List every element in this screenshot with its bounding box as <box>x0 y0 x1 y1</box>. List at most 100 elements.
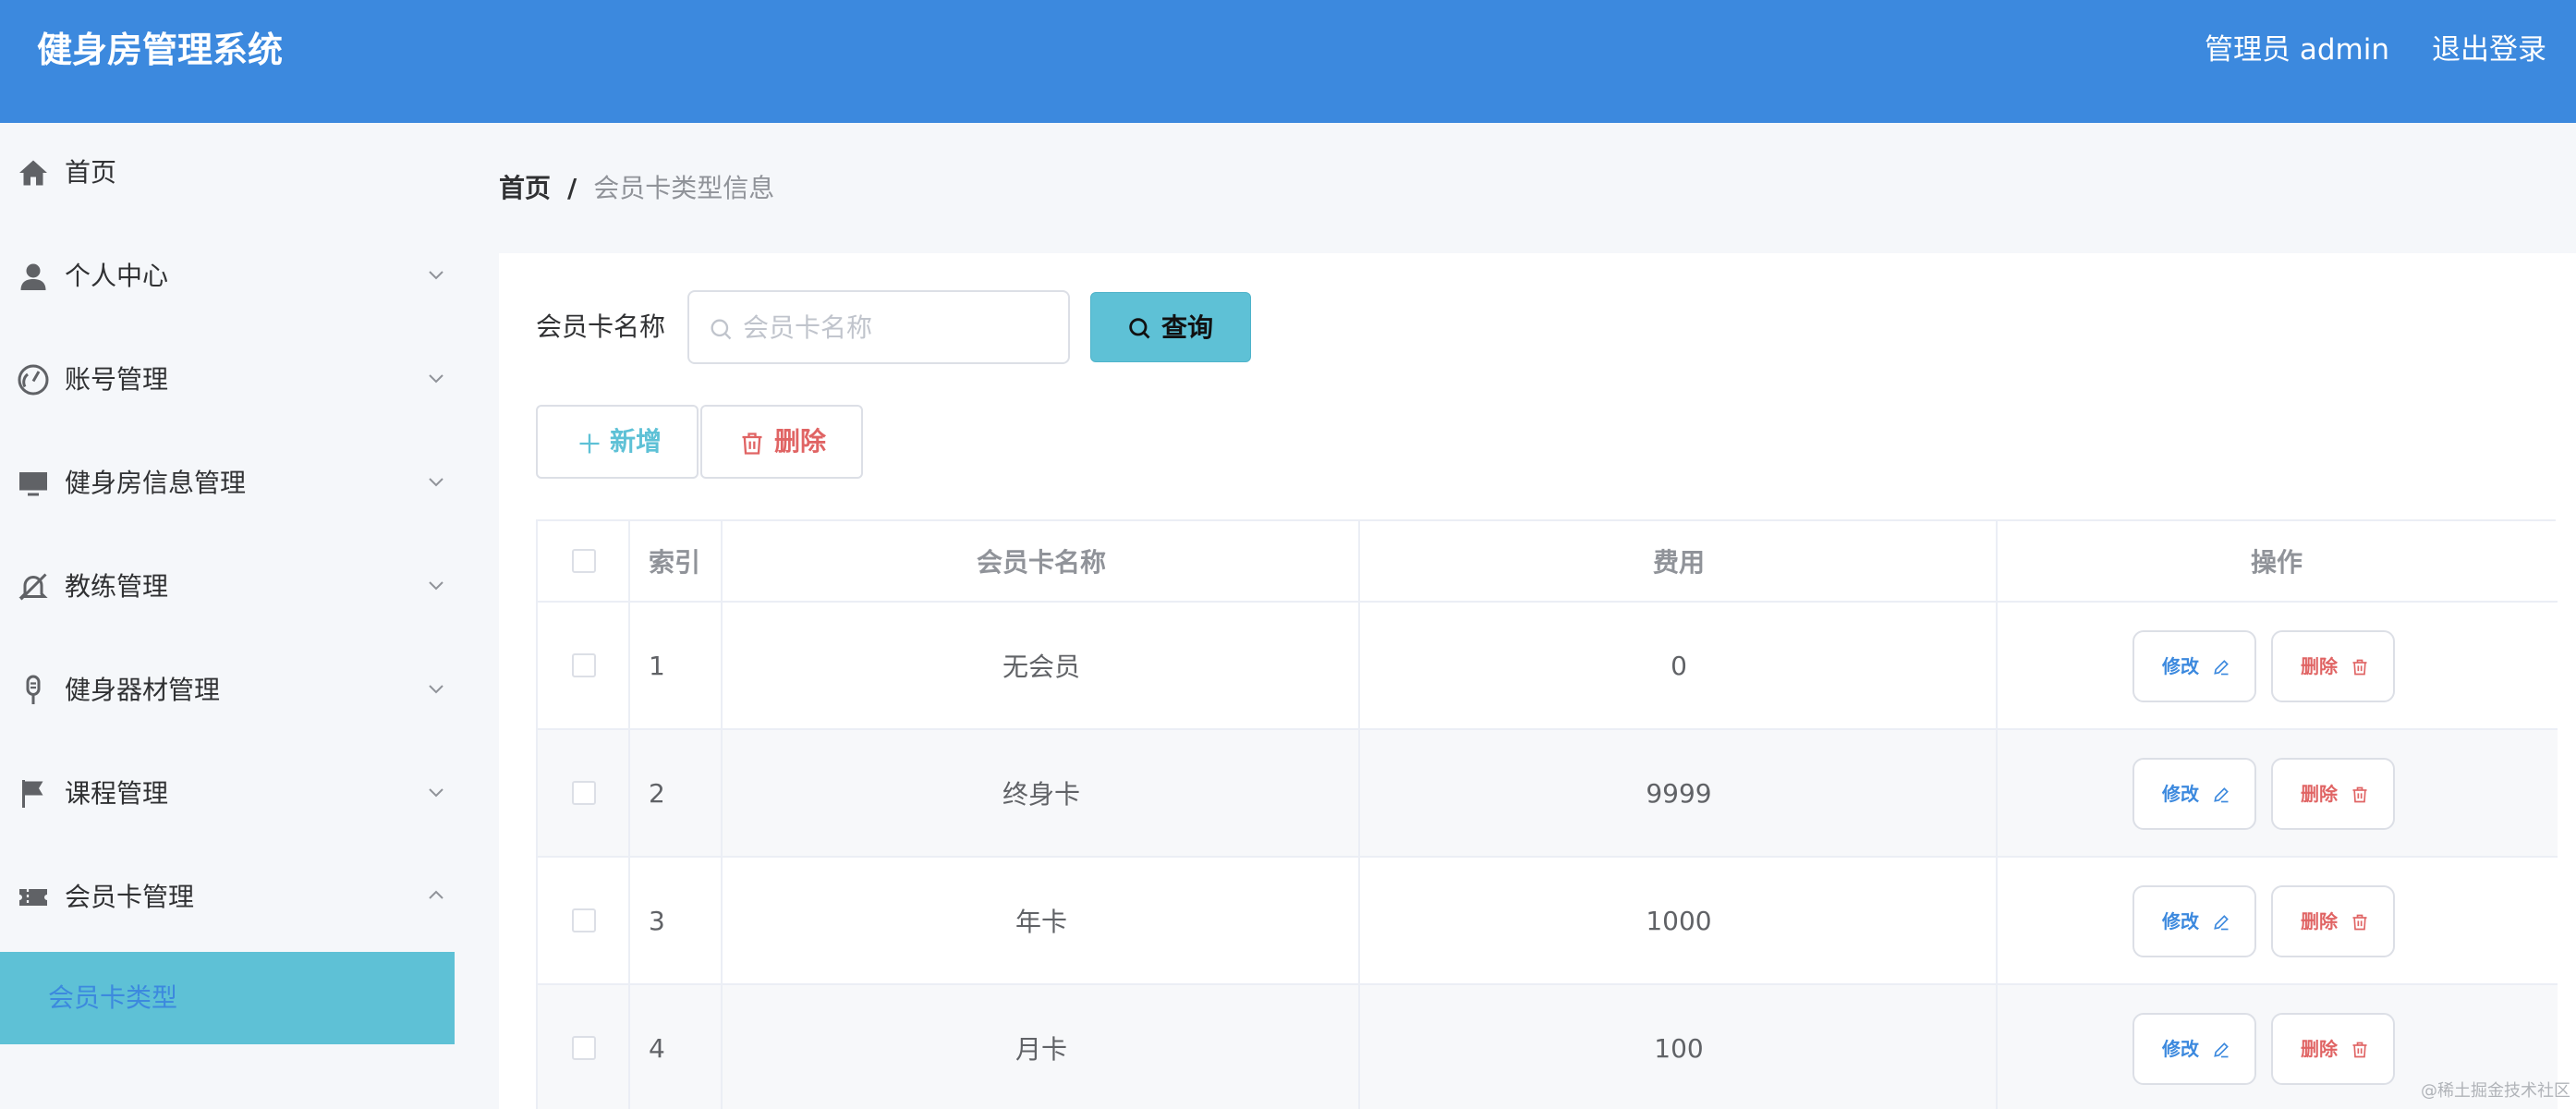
delete-button[interactable]: 删除 <box>2271 758 2395 830</box>
row-card-name: 无会员 <box>1002 652 1080 682</box>
edit-button-label: 修改 <box>2162 1038 2199 1060</box>
table-row: 3 年卡 1000 修改 删除 <box>538 858 2558 985</box>
odometer-icon <box>17 363 50 396</box>
row-fee: 100 <box>1654 1032 1704 1064</box>
row-card-name: 终身卡 <box>1002 779 1080 810</box>
sidebar-subitem-label: 会员卡类型 <box>48 982 178 1013</box>
sidebar-item-member-card[interactable]: 会员卡管理 <box>0 847 455 951</box>
row-index: 3 <box>649 905 665 936</box>
delete-button[interactable]: 删除 <box>2271 630 2395 702</box>
header-fee: 费用 <box>1652 547 1705 578</box>
sidebar-item-label: 个人中心 <box>65 261 169 291</box>
row-fee: 0 <box>1671 650 1687 681</box>
sidebar-item-coach[interactable]: 教练管理 <box>0 537 455 640</box>
delete-button-label: 删除 <box>2301 1038 2338 1060</box>
delete-button[interactable]: 删除 <box>2271 1013 2395 1085</box>
edit-button-label: 修改 <box>2162 655 2199 677</box>
row-card-name: 月卡 <box>1015 1034 1067 1065</box>
row-checkbox[interactable] <box>572 908 596 932</box>
chevron-down-icon <box>425 470 447 493</box>
sidebar-item-gym-info[interactable]: 健身房信息管理 <box>0 433 455 537</box>
add-button[interactable]: 新增 <box>536 405 699 479</box>
header-card-name: 会员卡名称 <box>976 547 1106 578</box>
monitor-icon <box>17 467 50 500</box>
row-card-name: 年卡 <box>1015 907 1067 937</box>
query-button[interactable]: 查询 <box>1090 292 1251 362</box>
sidebar-item-label: 首页 <box>65 157 117 188</box>
chevron-down-icon <box>425 677 447 700</box>
search-box[interactable] <box>687 290 1070 364</box>
breadcrumb-current: 会员卡类型信息 <box>593 173 775 203</box>
edit-button-label: 修改 <box>2162 783 2199 805</box>
table-row: 2 终身卡 9999 修改 删除 <box>538 730 2558 858</box>
edit-button[interactable]: 修改 <box>2132 1013 2256 1085</box>
chevron-down-icon <box>425 781 447 803</box>
top-header: 健身房管理系统 管理员 admin 退出登录 <box>0 0 2576 123</box>
sidebar-item-label: 教练管理 <box>65 571 169 602</box>
admin-label: 管理员 admin <box>2205 33 2389 67</box>
row-checkbox[interactable] <box>572 653 596 677</box>
sidebar-item-equipment[interactable]: 健身器材管理 <box>0 640 455 744</box>
chevron-down-icon <box>425 263 447 286</box>
sidebar-subitem-member-card-type[interactable]: 会员卡类型 <box>0 952 455 1044</box>
header-select-all-cell <box>538 521 630 601</box>
sidebar-item-home[interactable]: 首页 <box>0 123 455 226</box>
row-select-cell <box>538 603 630 728</box>
sidebar-item-account[interactable]: 账号管理 <box>0 330 455 433</box>
row-checkbox[interactable] <box>572 781 596 805</box>
edit-button-label: 修改 <box>2162 910 2199 932</box>
sidebar-item-label: 健身器材管理 <box>65 675 221 705</box>
pencil-icon <box>2212 786 2230 804</box>
member-card-table: 索引 会员卡名称 费用 操作 1 无会员 0 修改 删除 2 终身卡 9999 <box>536 519 2558 1109</box>
pencil-icon <box>2212 913 2230 932</box>
delete-button-label: 删除 <box>2301 783 2338 805</box>
row-checkbox[interactable] <box>572 1036 596 1060</box>
watermark: @稀土掘金技术社区 <box>2421 1081 2570 1101</box>
trash-icon <box>2351 913 2369 932</box>
chevron-down-icon <box>425 574 447 596</box>
chevron-down-icon <box>425 367 447 389</box>
trash-icon <box>2351 1041 2369 1059</box>
select-all-checkbox[interactable] <box>572 549 596 573</box>
sidebar-item-label: 账号管理 <box>65 364 169 395</box>
column-divider <box>1996 521 1998 1109</box>
row-fee: 9999 <box>1646 777 1712 809</box>
ticket-icon <box>17 881 50 914</box>
microphone-icon <box>17 674 50 707</box>
column-divider <box>628 521 630 1109</box>
search-icon <box>1126 315 1152 341</box>
column-divider <box>1358 521 1360 1109</box>
row-index: 1 <box>649 650 665 681</box>
bell-off-icon <box>17 570 50 603</box>
pencil-icon <box>2212 658 2230 676</box>
row-index: 4 <box>649 1032 665 1064</box>
edit-button[interactable]: 修改 <box>2132 885 2256 957</box>
header-index: 索引 <box>649 547 701 578</box>
batch-delete-button[interactable]: 删除 <box>700 405 863 479</box>
row-select-cell <box>538 985 630 1109</box>
flag-icon <box>17 777 50 810</box>
plus-icon <box>577 431 602 457</box>
delete-button-label: 删除 <box>2301 655 2338 677</box>
sidebar-item-personal-center[interactable]: 个人中心 <box>0 226 455 330</box>
edit-button[interactable]: 修改 <box>2132 758 2256 830</box>
header-actions: 操作 <box>2250 547 2303 578</box>
logout-link[interactable]: 退出登录 <box>2432 30 2546 70</box>
search-label: 会员卡名称 <box>536 311 666 342</box>
chevron-up-icon <box>425 884 447 907</box>
sidebar-item-course[interactable]: 课程管理 <box>0 744 455 847</box>
breadcrumb: 首页 / 会员卡类型信息 <box>499 170 774 207</box>
delete-button[interactable]: 删除 <box>2271 885 2395 957</box>
column-divider <box>721 521 723 1109</box>
row-index: 2 <box>649 777 665 809</box>
user-icon <box>17 260 50 293</box>
sidebar-item-label: 健身房信息管理 <box>65 468 247 498</box>
breadcrumb-separator: / <box>567 173 577 203</box>
breadcrumb-home[interactable]: 首页 <box>499 173 551 203</box>
edit-button[interactable]: 修改 <box>2132 630 2256 702</box>
app-title: 健身房管理系统 <box>37 30 284 70</box>
query-button-label: 查询 <box>1161 312 1214 343</box>
search-input[interactable] <box>743 305 1057 349</box>
pencil-icon <box>2212 1041 2230 1059</box>
row-select-cell <box>538 730 630 856</box>
